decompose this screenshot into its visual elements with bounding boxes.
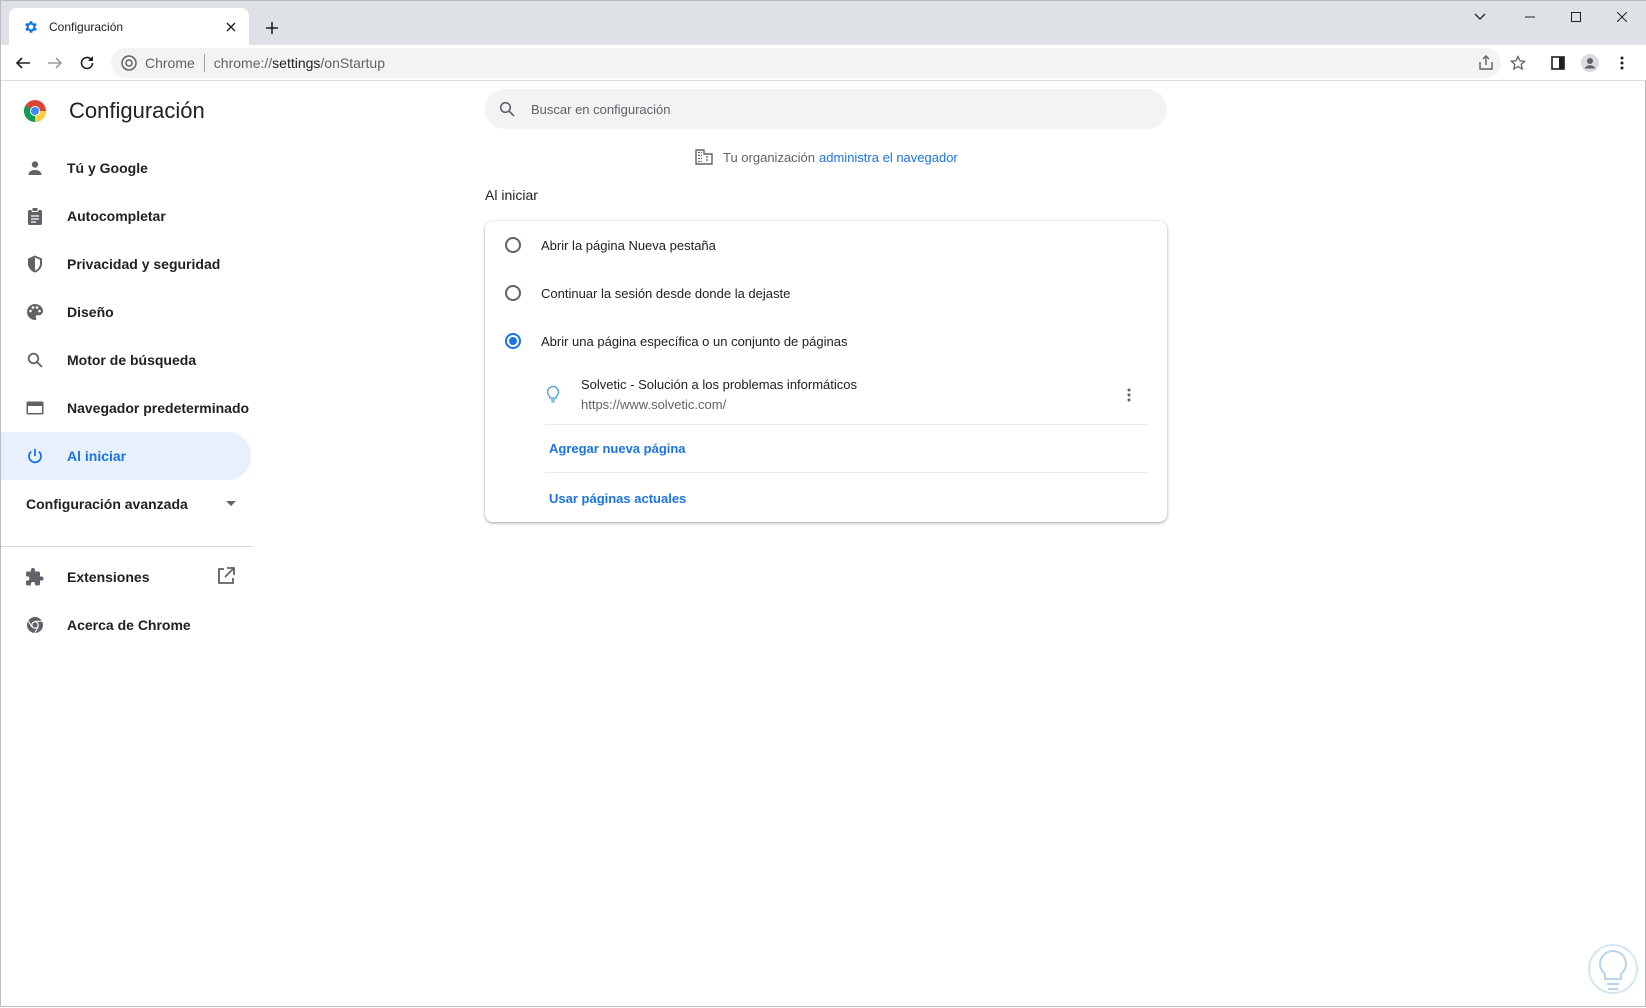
tab-strip: Configuración [1,1,1646,45]
startup-option-continue[interactable]: Continuar la sesión desde donde la dejas… [485,269,1167,317]
managed-text: Tu organización [723,149,816,165]
settings-title: Configuración [69,98,205,123]
search-icon [25,350,45,370]
search-placeholder: Buscar en configuración [531,101,671,117]
clipboard-icon [25,206,45,226]
sidebar-item-on-startup[interactable]: Al iniciar [1,432,251,480]
sidebar-item-default-browser[interactable]: Navegador predeterminado [1,384,251,432]
toolbar: Chrome chrome://settings/onStartup [1,45,1646,81]
sidebar-item-search-engine[interactable]: Motor de búsqueda [1,336,251,384]
startup-option-new-tab[interactable]: Abrir la página Nueva pestaña [485,221,1167,269]
chrome-icon [25,615,45,635]
minimize-icon[interactable] [1507,1,1553,33]
sidebar-item-label: Al iniciar [67,448,127,464]
site-chip[interactable]: Chrome [121,55,195,71]
puzzle-icon [25,567,45,587]
startup-page-entry: Solvetic - Solución a los problemas info… [545,369,1147,425]
sidebar-item-label: Motor de búsqueda [67,352,197,368]
use-current-pages-row: Usar páginas actuales [545,474,1147,522]
sidebar-item-label: Privacidad y seguridad [67,256,221,272]
power-icon [25,446,45,466]
startup-option-specific-pages[interactable]: Abrir una página específica o un conjunt… [485,317,1167,365]
sidebar-item-about-chrome[interactable]: Acerca de Chrome [1,601,251,649]
sidebar-item-label: Acerca de Chrome [67,617,191,633]
radio-button[interactable] [505,237,521,253]
profile-avatar-icon[interactable] [1578,51,1602,75]
palette-icon [25,302,45,322]
settings-search-field[interactable]: Buscar en configuración [485,89,1167,129]
settings-sidebar: Configuración Tú y Google Autocompletar … [1,82,253,1008]
radio-button-selected[interactable] [505,333,521,349]
gear-icon [25,20,37,33]
external-link-icon [217,567,235,588]
menu-kebab-icon[interactable] [1610,51,1634,75]
sidebar-item-extensions[interactable]: Extensiones [1,553,251,601]
sidebar-item-appearance[interactable]: Diseño [1,288,251,336]
building-icon [695,149,713,165]
maximize-icon[interactable] [1553,1,1599,33]
option-label: Abrir una página específica o un conjunt… [541,333,848,349]
back-button[interactable] [11,51,35,75]
site-chip-label: Chrome [145,55,195,71]
section-title: Al iniciar [485,187,538,203]
sidebar-item-label: Navegador predeterminado [67,400,250,416]
sidebar-item-privacy[interactable]: Privacidad y seguridad [1,240,251,288]
close-window-icon[interactable] [1599,1,1645,33]
advanced-settings-toggle[interactable]: Configuración avanzada [26,496,236,512]
sidebar-item-autofill[interactable]: Autocompletar [1,192,251,240]
option-label: Continuar la sesión desde donde la dejas… [541,285,791,301]
settings-header: Configuración [23,98,205,124]
more-actions-icon[interactable] [1119,385,1139,405]
add-new-page-link[interactable]: Agregar nueva página [549,441,686,456]
browser-window-icon [25,398,45,418]
startup-page-title: Solvetic - Solución a los problemas info… [581,377,858,392]
managed-notice: Tu organización administra el navegador [695,149,958,165]
startup-page-url: https://www.solvetic.com/ [581,397,727,412]
reload-button[interactable] [75,51,99,75]
new-tab-button[interactable] [259,15,285,41]
radio-button[interactable] [505,285,521,301]
tab-search-icon[interactable] [1457,1,1503,33]
url-host: settings [272,55,321,71]
tab-settings[interactable]: Configuración [9,8,249,45]
person-icon [25,158,45,178]
share-icon[interactable] [1474,51,1498,75]
on-startup-card: Abrir la página Nueva pestaña Continuar … [485,221,1167,522]
site-favicon-icon [545,385,561,408]
sidebar-divider [1,546,253,547]
search-icon [499,101,515,117]
browser-window: Configuración Chrome chrome:// settings … [0,0,1646,1007]
bookmark-star-icon[interactable] [1506,51,1530,75]
forward-button[interactable] [43,51,67,75]
side-panel-icon[interactable] [1546,51,1570,75]
use-current-pages-link[interactable]: Usar páginas actuales [549,491,686,506]
address-bar[interactable]: Chrome chrome://settings/onStartup [111,48,1501,78]
sidebar-item-label: Extensiones [67,569,150,585]
sidebar-item-label: Autocompletar [67,208,166,224]
sidebar-item-label: Diseño [67,304,114,320]
chrome-icon [121,55,137,71]
url-path: /onStartup [320,55,386,71]
shield-icon [25,254,45,274]
omnibox-divider [203,54,205,72]
chevron-down-icon [226,501,236,506]
add-new-page-row: Agregar nueva página [545,425,1147,473]
watermark-logo-icon [1588,944,1638,994]
close-tab-icon[interactable] [223,19,239,35]
advanced-settings-label: Configuración avanzada [26,496,188,512]
sidebar-item-you-and-google[interactable]: Tú y Google [1,144,251,192]
managed-link[interactable]: administra el navegador [819,150,958,165]
sidebar-item-label: Tú y Google [67,160,148,176]
chrome-logo-icon [24,100,46,122]
option-label: Abrir la página Nueva pestaña [541,237,716,253]
url-scheme: chrome:// [213,55,273,71]
tab-title: Configuración [49,19,124,34]
